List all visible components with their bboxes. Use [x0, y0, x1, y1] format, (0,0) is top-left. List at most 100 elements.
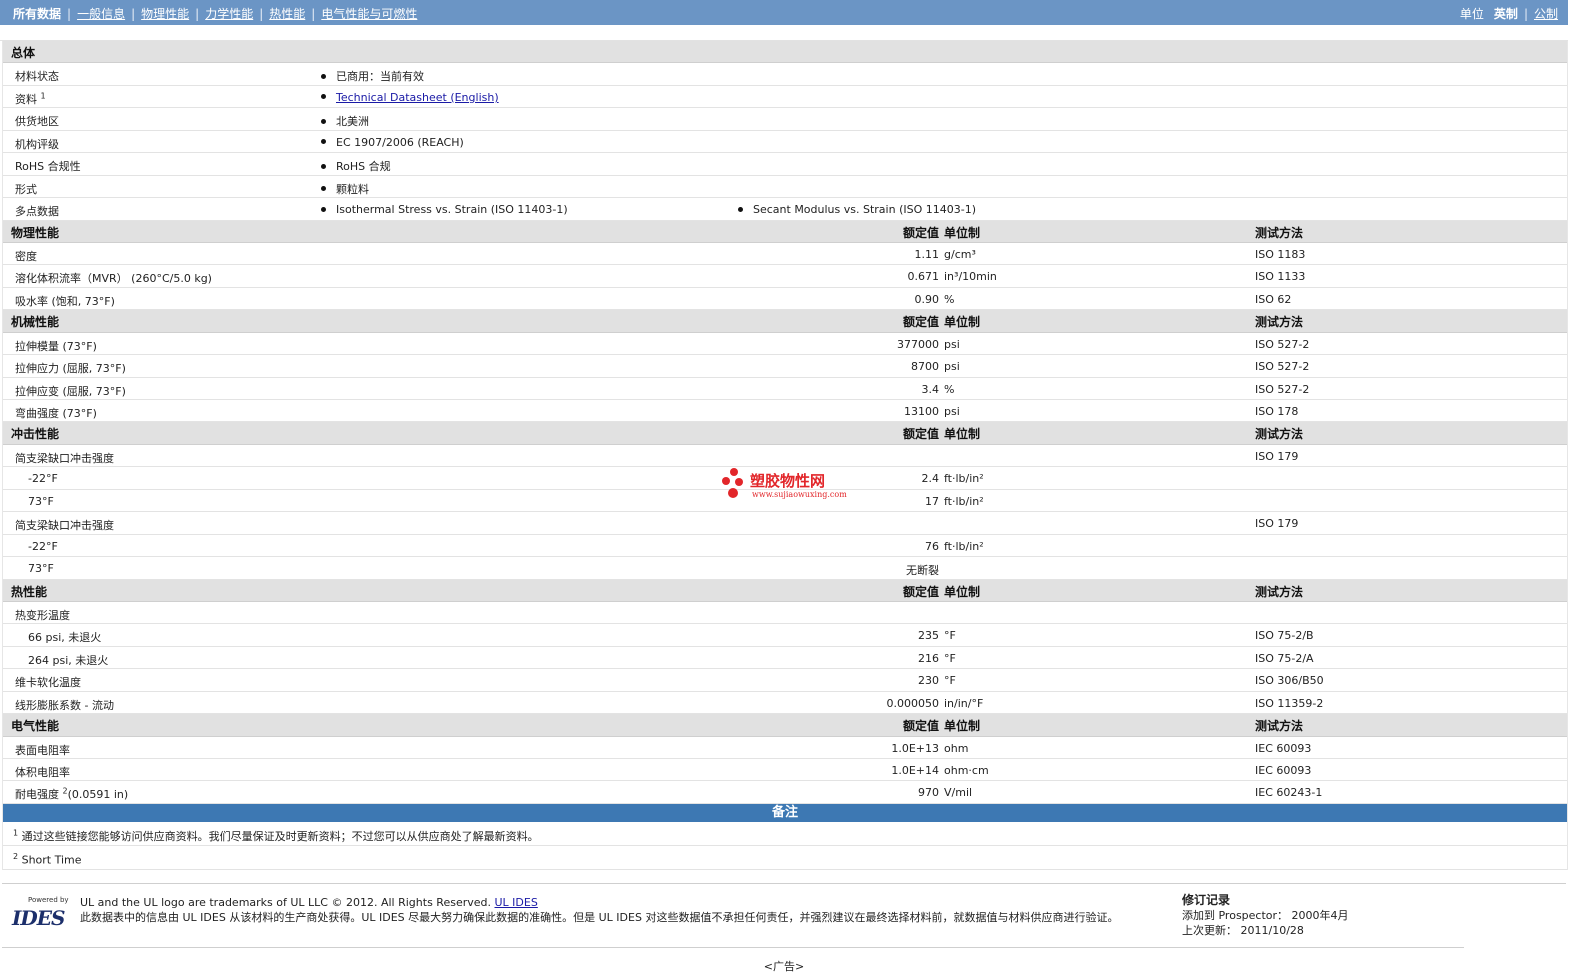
tab-general-info[interactable]: 一般信息: [77, 7, 125, 21]
row-label: 弯曲强度 (73°F): [15, 407, 97, 420]
row-value: 1.11: [914, 247, 940, 261]
row-label: 吸水率 (饱和, 73°F): [15, 294, 115, 308]
row-value: Technical Datasheet (English): [321, 91, 499, 104]
header-unit: 单位制: [944, 427, 981, 442]
row-unit: psi: [944, 360, 960, 374]
row-label: -22°F: [28, 539, 58, 553]
row-value: 17: [925, 494, 939, 508]
header-value: 额定值: [902, 719, 939, 734]
row-method: ISO 306/B50: [1255, 674, 1324, 688]
row-unit: ohm: [944, 741, 969, 755]
tab-thermal[interactable]: 热性能: [269, 7, 305, 21]
ul-ides-link[interactable]: UL IDES: [495, 896, 538, 909]
header-value: 额定值: [902, 427, 939, 442]
row-value: 8700: [911, 360, 939, 374]
row-label: 表面电阻率: [15, 743, 70, 757]
footer-divider: [2, 947, 1464, 948]
row-value: 2.4: [921, 472, 940, 486]
row-label: 溶化体积流率（MVR） (260°C/5.0 kg): [15, 272, 212, 286]
row-label: 机构评级: [15, 137, 59, 151]
row-value: 0.90: [914, 292, 940, 306]
tab-all-data[interactable]: 所有数据: [13, 7, 61, 21]
property-row: 线形膨胀系数 - 流动 0.000050 in/in/°F ISO 11359-…: [3, 692, 1567, 715]
property-row: 体积电阻率 1.0E+14 ohm·cm IEC 60093: [3, 759, 1567, 782]
row-label: 73°F: [28, 562, 54, 576]
general-row: RoHS 合规性 RoHS 合规: [3, 153, 1567, 176]
tab-physical[interactable]: 物理性能: [141, 7, 189, 21]
bullet-icon: [321, 186, 326, 192]
property-row: 简支梁缺口冲击强度 ISO 179: [3, 512, 1567, 535]
row-label: 多点数据: [15, 205, 59, 219]
section-title: 冲击性能: [11, 427, 60, 442]
row-label: 热变形温度: [15, 608, 70, 622]
row-unit: in/in/°F: [944, 696, 984, 710]
row-value: 已商用：当前有效: [321, 68, 424, 84]
row-unit: °F: [944, 651, 956, 665]
row-unit: psi: [944, 405, 960, 418]
row-unit: %: [944, 292, 955, 306]
section-header-electrical: 电气性能 额定值 单位制 测试方法: [3, 714, 1567, 737]
property-row: 拉伸应力 (屈服, 73°F) 8700 psi ISO 527-2: [3, 355, 1567, 378]
property-row: 吸水率 (饱和, 73°F) 0.90 % ISO 62: [3, 288, 1567, 311]
header-value: 额定值: [902, 315, 939, 330]
row-label: 拉伸应变 (屈服, 73°F): [15, 384, 126, 398]
unit-metric-link[interactable]: 公制: [1534, 7, 1558, 21]
row-label: 简支梁缺口冲击强度: [15, 519, 114, 533]
row-value: 13100: [904, 405, 939, 418]
multipoint-link-stress-strain[interactable]: Isothermal Stress vs. Strain (ISO 11403-…: [321, 203, 568, 216]
property-row: 表面电阻率 1.0E+13 ohm IEC 60093: [3, 737, 1567, 759]
section-title: 总体: [11, 46, 36, 60]
bullet-icon: [738, 206, 743, 212]
watermark-url: www.sujiaowuxing.com: [752, 490, 847, 499]
bullet-icon: [321, 139, 326, 145]
row-label: 体积电阻率: [15, 766, 70, 779]
technical-datasheet-link[interactable]: Technical Datasheet (English): [336, 91, 499, 104]
row-method: IEC 60093: [1255, 741, 1312, 755]
bullet-icon: [321, 118, 326, 124]
ad-placeholder: <广告>: [763, 960, 805, 973]
row-label: RoHS 合规性: [15, 160, 81, 174]
multipoint-link-secant-modulus[interactable]: Secant Modulus vs. Strain (ISO 11403-1): [738, 203, 976, 216]
row-method: ISO 75-2/A: [1255, 651, 1314, 665]
general-row: 形式 颗粒料: [3, 176, 1567, 199]
header-unit: 单位制: [944, 225, 981, 240]
row-unit: %: [944, 382, 955, 396]
row-unit: °F: [944, 629, 956, 643]
row-value: 970: [918, 786, 939, 800]
general-row: 资料 1 Technical Datasheet (English): [3, 86, 1567, 109]
row-label: 材料状态: [15, 70, 59, 84]
property-row: 热变形温度: [3, 602, 1567, 625]
section-header-physical: 物理性能 额定值 单位制 测试方法: [3, 220, 1567, 243]
row-value: 230: [918, 674, 939, 688]
row-method: ISO 527-2: [1255, 382, 1310, 396]
header-value: 额定值: [902, 225, 939, 240]
notes-header: 备注: [3, 803, 1567, 822]
header-unit: 单位制: [944, 719, 981, 734]
top-navigation-bar: 所有数据 | 一般信息 | 物理性能 | 力学性能 | 热性能 | 电气性能与可燃性 单位 英制 | 公制: [0, 0, 1568, 25]
row-label: 拉伸应力 (屈服, 73°F): [15, 362, 126, 376]
footer: Powered by IDES UL and the UL logo are t…: [2, 883, 1566, 948]
row-unit: ft·lb/in²: [944, 494, 984, 508]
unit-english[interactable]: 英制: [1494, 7, 1518, 21]
property-subrow: -22°F 76 ft·lb/in²: [3, 535, 1567, 558]
general-row: 供货地区 北美洲: [3, 108, 1567, 131]
row-method: ISO 178: [1255, 405, 1299, 418]
row-label: 密度: [15, 249, 37, 263]
row-label: 资料 1: [15, 91, 46, 106]
row-label: 拉伸模量 (73°F): [15, 339, 97, 353]
tab-electrical-flammability[interactable]: 电气性能与可燃性: [321, 7, 417, 21]
row-label: 供货地区: [15, 115, 59, 129]
row-unit: °F: [944, 674, 956, 688]
row-label: 维卡软化温度: [15, 676, 81, 690]
property-subrow: 73°F 无断裂: [3, 557, 1567, 580]
property-row: 拉伸模量 (73°F) 377000 psi ISO 527-2: [3, 333, 1567, 356]
general-row: 机构评级 EC 1907/2006 (REACH): [3, 131, 1567, 154]
tab-mechanical[interactable]: 力学性能: [205, 7, 253, 21]
header-method: 测试方法: [1255, 427, 1304, 442]
section-header-general: 总体: [3, 41, 1567, 64]
row-label: 264 psi, 未退火: [28, 653, 109, 667]
row-value: 颗粒料: [321, 181, 369, 197]
property-row: 密度 1.11 g/cm³ ISO 1183: [3, 243, 1567, 266]
ides-logo: Powered by IDES: [12, 896, 69, 930]
row-label: 73°F: [28, 494, 54, 508]
